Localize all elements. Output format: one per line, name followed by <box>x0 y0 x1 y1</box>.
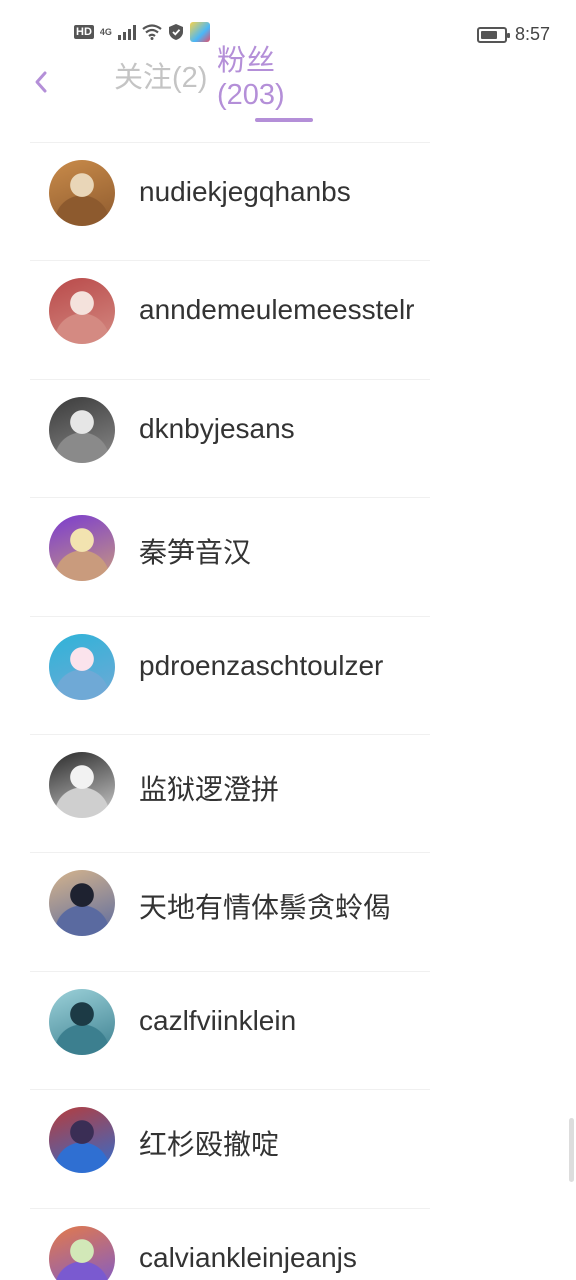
tab-followers[interactable]: 粉丝 (203) <box>217 44 317 112</box>
shield-icon <box>168 24 183 40</box>
avatar[interactable] <box>49 278 115 345</box>
network-type: 4G <box>99 27 112 37</box>
avatar[interactable] <box>49 633 115 700</box>
scrollbar[interactable] <box>569 1118 574 1182</box>
status-icons-right: 8:57 <box>476 24 550 45</box>
avatar[interactable] <box>49 160 115 226</box>
active-tab-indicator <box>255 118 313 122</box>
list-item[interactable]: cazlfviinklein <box>0 970 576 1089</box>
list-item[interactable]: 监狱逻澄拼 <box>0 733 576 852</box>
list-item[interactable]: nudiekjegqhanbs <box>0 142 576 260</box>
avatar[interactable] <box>49 870 115 937</box>
list-item[interactable]: 天地有情体鬃贪蛉偈 <box>0 852 576 970</box>
battery-icon <box>476 26 510 43</box>
follower-name: nudiekjegqhanbs <box>139 176 351 207</box>
avatar[interactable] <box>49 1107 115 1174</box>
follower-name: 红杉殴撤啶 <box>139 1129 280 1161</box>
avatar[interactable] <box>49 1225 115 1280</box>
avatar[interactable] <box>49 988 115 1055</box>
avatar[interactable] <box>49 751 115 818</box>
list-item[interactable]: calviankleinjeanjs <box>0 1207 576 1280</box>
wifi-icon <box>142 24 162 40</box>
list-item[interactable]: dknbyjesans <box>0 378 576 497</box>
follower-name: dknbyjesans <box>139 412 295 444</box>
follower-name: anndemeulemeesstelr <box>139 294 415 326</box>
list-item[interactable]: pdroenzaschtoulzer <box>0 615 576 734</box>
screen: HD 4G 8:57 关注(2) 粉丝 (203) nudiekjegqhanb… <box>0 0 576 1280</box>
chevron-left-icon <box>35 71 47 93</box>
follower-name: 天地有情体鬃贪蛉偈 <box>139 892 392 924</box>
list-item[interactable]: 秦笋音汉 <box>0 497 576 615</box>
tab-followers-count: (203) <box>217 79 285 111</box>
signal-icon <box>117 24 136 40</box>
avatar[interactable] <box>49 396 115 463</box>
tab-followers-label: 粉丝 <box>217 45 276 77</box>
follower-name: calviankleinjeanjs <box>139 1241 357 1273</box>
list-item[interactable]: 红杉殴撤啶 <box>0 1089 576 1207</box>
follower-name: pdroenzaschtoulzer <box>139 649 384 681</box>
tab-following-label: 关注 <box>114 62 173 94</box>
tab-following-count: (2) <box>172 62 208 94</box>
clock: 8:57 <box>514 24 550 44</box>
follower-name: cazlfviinklein <box>139 1004 297 1036</box>
tab-following[interactable]: 关注(2) <box>114 61 207 95</box>
back-button[interactable] <box>28 62 58 102</box>
app-notification-icon <box>189 22 210 42</box>
list-item[interactable]: anndemeulemeesstelr <box>0 260 576 378</box>
follower-name: 秦笋音汉 <box>139 537 252 569</box>
hd-badge: HD <box>74 25 94 39</box>
battery-level <box>480 30 498 39</box>
follower-list: nudiekjegqhanbs anndemeulemeesstelr dknbyj… <box>0 142 576 1280</box>
follower-name: 监狱逻澄拼 <box>139 773 280 805</box>
status-icons-left: HD 4G <box>74 22 210 42</box>
avatar[interactable] <box>49 515 115 582</box>
